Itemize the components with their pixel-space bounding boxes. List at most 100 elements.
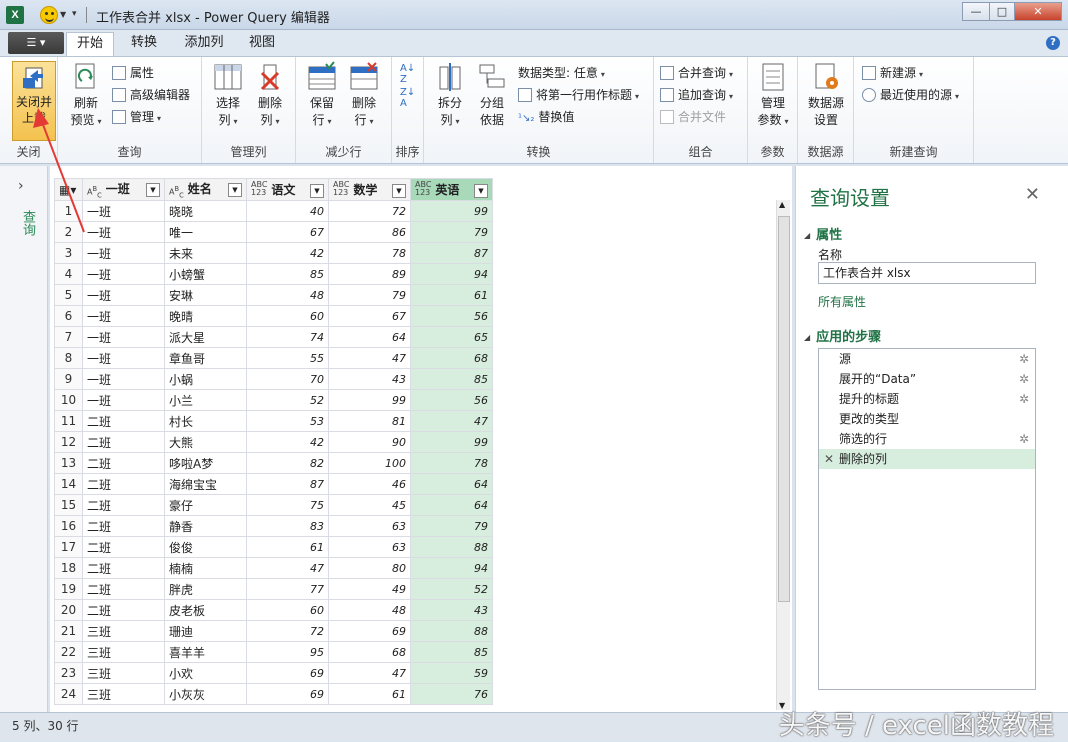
cell-chinese[interactable]: 83	[246, 515, 329, 537]
cell-chinese[interactable]: 70	[246, 368, 329, 390]
cell-class[interactable]: 二班	[82, 599, 165, 621]
data-type-dropdown[interactable]: 数据类型: 任意 ▾	[518, 63, 605, 83]
cell-chinese[interactable]: 55	[246, 347, 329, 369]
cell-english[interactable]: 76	[410, 683, 493, 705]
row-number[interactable]: 21	[54, 620, 83, 642]
cell-name[interactable]: 未来	[164, 242, 247, 264]
table-row[interactable]: 22 三班 喜羊羊 95 68 85	[54, 641, 493, 663]
advanced-editor-button[interactable]: 高级编辑器	[112, 85, 190, 105]
cell-name[interactable]: 小灰灰	[164, 683, 247, 705]
cell-class[interactable]: 一班	[82, 389, 165, 411]
cell-class[interactable]: 二班	[82, 536, 165, 558]
cell-name[interactable]: 海绵宝宝	[164, 473, 247, 495]
cell-english[interactable]: 99	[410, 431, 493, 453]
help-icon[interactable]: ?	[1046, 36, 1060, 50]
query-name-field[interactable]: 工作表合并 xlsx	[818, 262, 1036, 284]
cell-chinese[interactable]: 42	[246, 431, 329, 453]
cell-english[interactable]: 94	[410, 263, 493, 285]
cell-english[interactable]: 56	[410, 389, 493, 411]
row-number[interactable]: 19	[54, 578, 83, 600]
table-row[interactable]: 9 一班 小蜗 70 43 85	[54, 368, 493, 390]
cell-chinese[interactable]: 77	[246, 578, 329, 600]
cell-name[interactable]: 章鱼哥	[164, 347, 247, 369]
cell-class[interactable]: 一班	[82, 305, 165, 327]
cell-name[interactable]: 静香	[164, 515, 247, 537]
cell-class[interactable]: 三班	[82, 683, 165, 705]
properties-section-header[interactable]: 属性	[804, 224, 842, 243]
cell-name[interactable]: 派大星	[164, 326, 247, 348]
replace-values-button[interactable]: ¹↘₂ 替换值	[518, 107, 574, 127]
cell-name[interactable]: 村长	[164, 410, 247, 432]
cell-math[interactable]: 61	[328, 683, 411, 705]
minimize-button[interactable]: —	[962, 2, 990, 21]
queries-pane-label[interactable]: 查询	[18, 210, 37, 236]
table-row[interactable]: 5 一班 安琳 48 79 61	[54, 284, 493, 306]
row-number[interactable]: 1	[54, 200, 83, 222]
keep-rows-button[interactable]: 保留 行 ▾	[302, 61, 342, 130]
grid-vertical-scrollbar[interactable]: ▲ ▼	[776, 200, 790, 710]
cell-class[interactable]: 二班	[82, 452, 165, 474]
row-number[interactable]: 8	[54, 347, 83, 369]
row-number[interactable]: 7	[54, 326, 83, 348]
cell-math[interactable]: 43	[328, 368, 411, 390]
cell-math[interactable]: 68	[328, 641, 411, 663]
cell-english[interactable]: 52	[410, 578, 493, 600]
file-menu-button[interactable]: ☰ ▾	[8, 32, 64, 54]
cell-class[interactable]: 一班	[82, 368, 165, 390]
remove-rows-button[interactable]: 删除 行 ▾	[344, 61, 384, 130]
cell-english[interactable]: 47	[410, 410, 493, 432]
cell-chinese[interactable]: 72	[246, 620, 329, 642]
cell-english[interactable]: 61	[410, 284, 493, 306]
text-type-icon[interactable]: ABC	[87, 185, 102, 199]
cell-math[interactable]: 79	[328, 284, 411, 306]
table-row[interactable]: 14 二班 海绵宝宝 87 46 64	[54, 473, 493, 495]
cell-english[interactable]: 85	[410, 641, 493, 663]
cell-name[interactable]: 喜羊羊	[164, 641, 247, 663]
cell-english[interactable]: 99	[410, 200, 493, 222]
row-number[interactable]: 9	[54, 368, 83, 390]
row-number[interactable]: 3	[54, 242, 83, 264]
filter-dropdown-icon[interactable]: ▼	[310, 184, 324, 198]
cell-math[interactable]: 48	[328, 599, 411, 621]
cell-math[interactable]: 81	[328, 410, 411, 432]
cell-math[interactable]: 63	[328, 515, 411, 537]
cell-class[interactable]: 三班	[82, 662, 165, 684]
cell-name[interactable]: 小兰	[164, 389, 247, 411]
manage-parameters-button[interactable]: 管理 参数 ▾	[752, 61, 794, 130]
row-number[interactable]: 22	[54, 641, 83, 663]
cell-english[interactable]: 59	[410, 662, 493, 684]
cell-chinese[interactable]: 42	[246, 242, 329, 264]
append-queries-button[interactable]: 追加查询 ▾	[660, 85, 733, 105]
applied-steps-header[interactable]: 应用的步骤	[804, 326, 881, 345]
cell-math[interactable]: 69	[328, 620, 411, 642]
cell-chinese[interactable]: 48	[246, 284, 329, 306]
cell-math[interactable]: 72	[328, 200, 411, 222]
cell-english[interactable]: 88	[410, 620, 493, 642]
cell-name[interactable]: 小欢	[164, 662, 247, 684]
gear-icon[interactable]: ✲	[1019, 429, 1029, 449]
group-by-button[interactable]: 分组 依据	[472, 61, 512, 129]
cell-class[interactable]: 二班	[82, 578, 165, 600]
row-number[interactable]: 17	[54, 536, 83, 558]
cell-name[interactable]: 豪仔	[164, 494, 247, 516]
scroll-up-icon[interactable]: ▲	[779, 200, 785, 209]
cell-chinese[interactable]: 60	[246, 599, 329, 621]
cell-class[interactable]: 二班	[82, 494, 165, 516]
table-row[interactable]: 23 三班 小欢 69 47 59	[54, 662, 493, 684]
cell-chinese[interactable]: 69	[246, 683, 329, 705]
applied-step[interactable]: ✕ 删除的列	[819, 449, 1035, 469]
applied-step[interactable]: 源 ✲	[819, 349, 1035, 369]
use-first-row-header-button[interactable]: 将第一行用作标题 ▾	[518, 85, 639, 105]
cell-class[interactable]: 一班	[82, 326, 165, 348]
cell-english[interactable]: 79	[410, 221, 493, 243]
cell-math[interactable]: 47	[328, 347, 411, 369]
maximize-button[interactable]: □	[989, 2, 1015, 21]
cell-class[interactable]: 二班	[82, 410, 165, 432]
table-row[interactable]: 16 二班 静香 83 63 79	[54, 515, 493, 537]
row-number[interactable]: 15	[54, 494, 83, 516]
table-row[interactable]: 12 二班 大熊 42 90 99	[54, 431, 493, 453]
cell-chinese[interactable]: 85	[246, 263, 329, 285]
cell-class[interactable]: 三班	[82, 620, 165, 642]
manage-button[interactable]: 管理 ▾	[112, 107, 161, 127]
chevron-down-icon[interactable]: ▼	[60, 10, 66, 19]
